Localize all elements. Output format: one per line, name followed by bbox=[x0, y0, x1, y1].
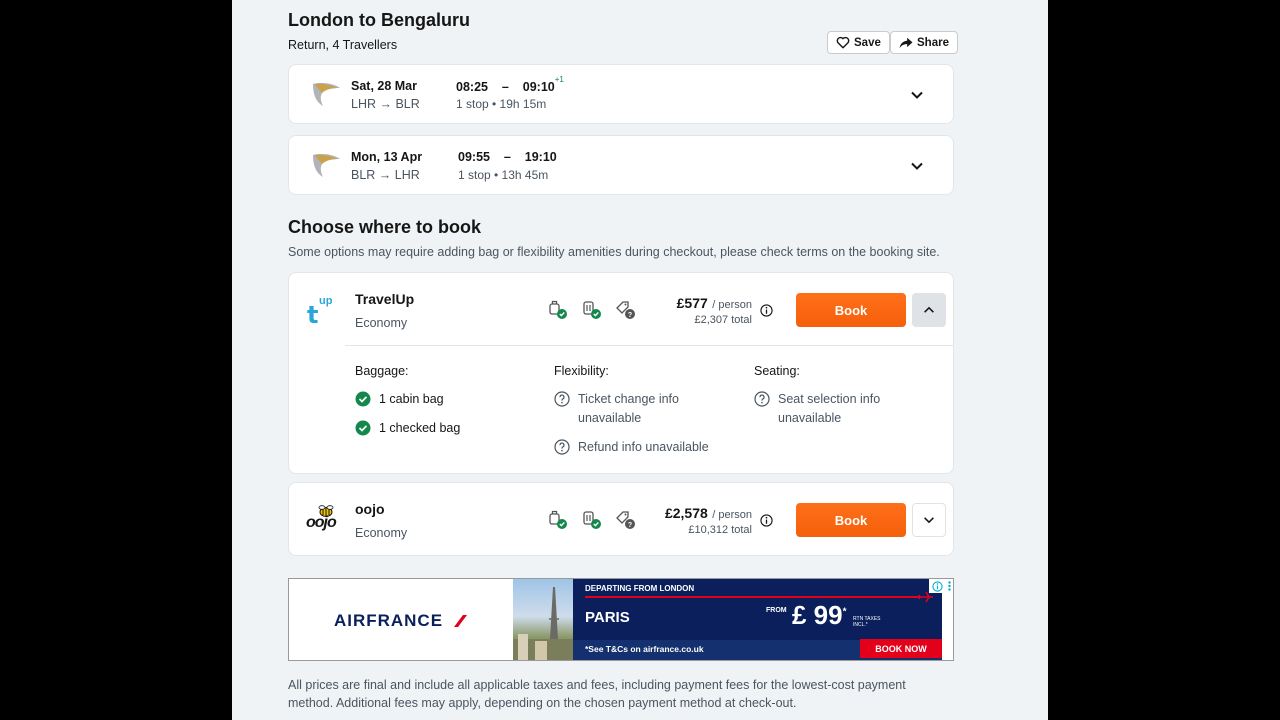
refund-info: Refund info unavailable bbox=[554, 438, 709, 457]
share-button[interactable]: Share bbox=[890, 31, 958, 54]
check-circle-icon bbox=[355, 420, 371, 436]
ticket-change-info: Ticket change info unavailable bbox=[554, 390, 679, 428]
flexibility-unknown-icon: ? bbox=[615, 509, 635, 529]
airfrance-stripe-icon bbox=[454, 614, 468, 627]
per-person-label: / person bbox=[712, 509, 752, 521]
ad-city: PARIS bbox=[585, 609, 630, 626]
chevron-down-icon[interactable] bbox=[909, 158, 925, 174]
check-circle-icon bbox=[355, 391, 371, 407]
provider-cabin: Economy bbox=[355, 526, 408, 540]
leg-times: 08:25 – 09:10+1 bbox=[456, 75, 564, 95]
provider-cabin: Economy bbox=[355, 316, 408, 330]
trip-subtitle: Return, 4 Travellers bbox=[288, 38, 398, 52]
booking-section-heading: Choose where to book bbox=[288, 217, 482, 237]
question-circle-icon bbox=[554, 391, 570, 407]
travelup-logo: t up bbox=[307, 295, 333, 329]
ad-paris-photo bbox=[513, 579, 573, 660]
page-title: London to Bengaluru bbox=[288, 10, 470, 30]
price-block: £2,578 / person £10,312 total bbox=[665, 505, 752, 536]
seating-heading: Seating: bbox=[754, 364, 800, 378]
ad-book-now-button[interactable]: BOOK NOW bbox=[860, 639, 942, 658]
ad-choices[interactable] bbox=[929, 579, 953, 593]
baggage-item: 1 cabin bag bbox=[355, 390, 444, 409]
chevron-down-icon bbox=[924, 517, 934, 524]
provider-card-oojo: oojo oojo Economy ? £2,578 / person £10,… bbox=[288, 482, 954, 556]
ad-price: £ 99* bbox=[792, 600, 847, 630]
checked-bag-included-icon bbox=[581, 509, 601, 529]
ad-red-line bbox=[585, 596, 920, 598]
collapse-toggle[interactable] bbox=[912, 293, 946, 327]
info-icon[interactable] bbox=[760, 304, 773, 317]
question-circle-icon bbox=[554, 439, 570, 455]
return-leg-card[interactable]: Mon, 13 Apr BLR → LHR 09:55 – 19:10 1 st… bbox=[288, 135, 954, 195]
share-arrow-icon bbox=[899, 37, 913, 48]
ad-info-icon bbox=[931, 580, 943, 592]
airline-logo-icon bbox=[313, 154, 340, 177]
chevron-up-icon bbox=[924, 306, 934, 313]
provider-name: TravelUp bbox=[355, 291, 415, 307]
ad-terms: *See T&Cs on airfrance.co.uk bbox=[585, 644, 704, 654]
leg-stops-duration: 1 stop • 13h 45m bbox=[458, 168, 549, 182]
seat-selection-info: Seat selection info unavailable bbox=[754, 390, 880, 428]
info-icon[interactable] bbox=[760, 514, 773, 527]
baggage-heading: Baggage: bbox=[355, 364, 409, 378]
share-label: Share bbox=[917, 36, 949, 49]
more-vertical-icon bbox=[947, 581, 951, 591]
airline-logo-icon bbox=[313, 83, 340, 106]
flight-details-page: London to Bengaluru Return, 4 Travellers… bbox=[232, 0, 1048, 720]
svg-text:?: ? bbox=[628, 522, 632, 529]
day-offset: +1 bbox=[554, 75, 564, 84]
book-button[interactable]: Book bbox=[796, 293, 906, 327]
amenity-icons: ? bbox=[547, 299, 635, 319]
leg-date: Sat, 28 Mar bbox=[351, 79, 418, 93]
ad-offer-panel: DEPARTING FROM LONDON PARIS FROM £ 99* R… bbox=[573, 579, 942, 660]
oojo-logo: oojo bbox=[306, 505, 340, 535]
per-person-label: / person bbox=[712, 299, 752, 311]
details-divider bbox=[345, 345, 953, 346]
leg-date: Mon, 13 Apr bbox=[351, 150, 423, 164]
price-per-person: £2,578 bbox=[664, 505, 708, 521]
ad-from: FROM bbox=[766, 607, 787, 614]
price-per-person: £577 bbox=[676, 295, 708, 311]
question-circle-icon bbox=[754, 391, 770, 407]
ad-brand: AIRFRANCE bbox=[333, 610, 444, 630]
expand-toggle[interactable] bbox=[912, 503, 946, 537]
leg-route: BLR → LHR bbox=[351, 168, 420, 182]
heart-icon bbox=[836, 36, 850, 49]
svg-text:?: ? bbox=[628, 312, 632, 319]
flexibility-heading: Flexibility: bbox=[554, 364, 609, 378]
save-button[interactable]: Save bbox=[827, 31, 890, 54]
leg-stops-duration: 1 stop • 19h 15m bbox=[456, 97, 547, 111]
amenity-icons: ? bbox=[547, 509, 635, 529]
price-total: £10,312 total bbox=[688, 524, 752, 536]
leg-route: LHR → BLR bbox=[351, 97, 420, 111]
outbound-leg-card[interactable]: Sat, 28 Mar LHR → BLR 08:25 – 09:10+1 1 … bbox=[288, 64, 954, 124]
flexibility-unknown-icon: ? bbox=[615, 299, 635, 319]
chevron-down-icon[interactable] bbox=[909, 87, 925, 103]
leg-times: 09:55 – 19:10 bbox=[458, 150, 557, 164]
provider-card-travelup: t up TravelUp Economy ? £577 / person £2… bbox=[288, 272, 954, 474]
booking-note: Some options may require adding bag or f… bbox=[288, 245, 940, 259]
cabin-bag-included-icon bbox=[547, 509, 567, 529]
book-button[interactable]: Book bbox=[796, 503, 906, 537]
ad-brand-panel: AIRFRANCE bbox=[289, 579, 513, 660]
baggage-item: 1 checked bag bbox=[355, 419, 460, 438]
save-label: Save bbox=[854, 36, 881, 49]
price-total: £2,307 total bbox=[694, 314, 753, 326]
ad-departing: DEPARTING FROM LONDON bbox=[585, 584, 695, 593]
pricing-disclaimer: All prices are final and include all app… bbox=[288, 678, 906, 710]
checked-bag-included-icon bbox=[581, 299, 601, 319]
ad-price-note: RTN TAXES INCL.* bbox=[853, 616, 881, 628]
price-block: £577 / person £2,307 total bbox=[677, 295, 752, 326]
provider-name: oojo bbox=[355, 501, 385, 517]
advertisement-banner[interactable]: AIRFRANCE DEPARTING FROM LONDON PARIS FR… bbox=[288, 578, 954, 661]
cabin-bag-included-icon bbox=[547, 299, 567, 319]
